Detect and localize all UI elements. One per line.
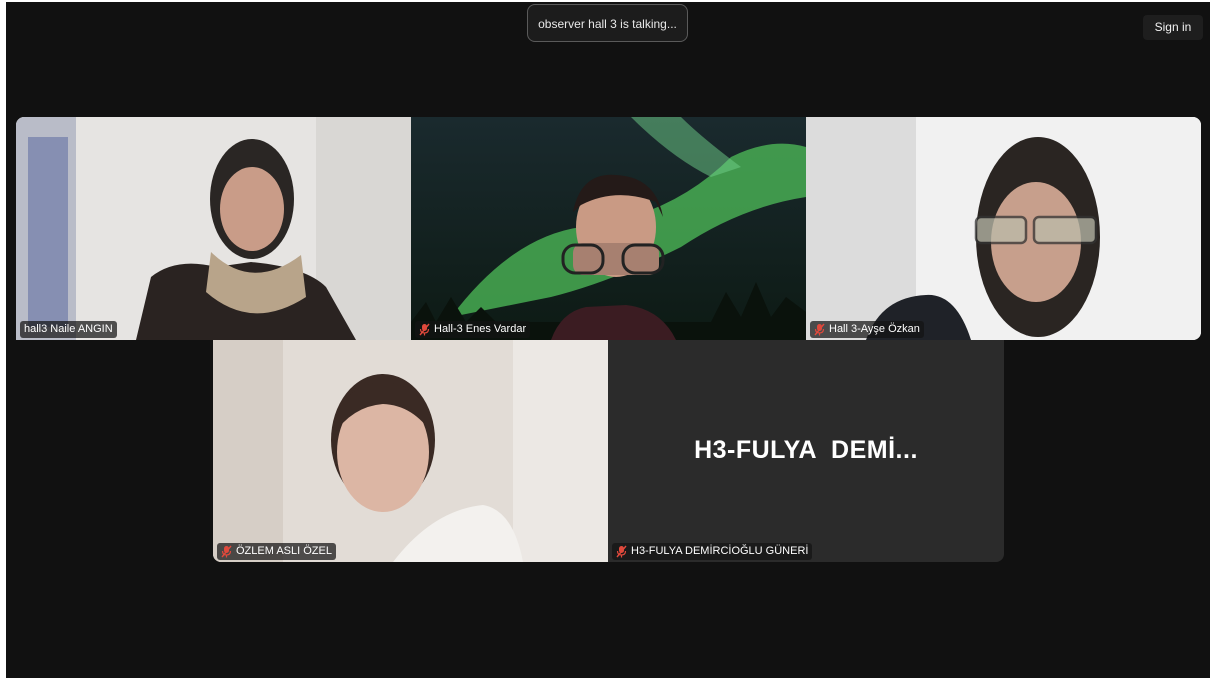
muted-mic-icon bbox=[221, 545, 232, 558]
muted-mic-icon bbox=[419, 323, 430, 336]
participant-name: Hall 3-Ayşe Özkan bbox=[829, 323, 920, 335]
participant-video bbox=[806, 117, 1201, 340]
participant-video bbox=[411, 117, 806, 340]
participant-video bbox=[16, 117, 411, 340]
participant-tile-fulya[interactable]: H3-FULYA DEMİ... H3-FULYA DEMİRCİOĞLU GÜ… bbox=[608, 340, 1004, 562]
participant-tile-ayse[interactable]: Hall 3-Ayşe Özkan bbox=[806, 117, 1201, 340]
participant-tile-enes[interactable]: Hall-3 Enes Vardar bbox=[411, 117, 806, 340]
sign-in-button[interactable]: Sign in bbox=[1143, 15, 1203, 40]
participant-video bbox=[213, 340, 608, 562]
participant-name: H3-FULYA DEMİRCİOĞLU GÜNERİ bbox=[631, 545, 809, 557]
participant-name: Hall-3 Enes Vardar bbox=[434, 323, 527, 335]
participant-name-tag: ÖZLEM ASLI ÖZEL bbox=[217, 543, 336, 560]
participant-name: hall3 Naile ANGIN bbox=[24, 323, 113, 335]
participant-name-tag: Hall-3 Enes Vardar bbox=[415, 321, 531, 338]
active-speaker-text: observer hall 3 is talking... bbox=[538, 17, 677, 31]
participant-name-tag: hall3 Naile ANGIN bbox=[20, 321, 117, 338]
active-speaker-banner: observer hall 3 is talking... bbox=[527, 4, 688, 42]
participant-name: ÖZLEM ASLI ÖZEL bbox=[236, 545, 332, 557]
participant-tile-ozlem[interactable]: ÖZLEM ASLI ÖZEL bbox=[213, 340, 608, 562]
muted-mic-icon bbox=[616, 545, 627, 558]
participant-name-tag: H3-FULYA DEMİRCİOĞLU GÜNERİ bbox=[612, 543, 813, 560]
video-off-name: H3-FULYA DEMİ... bbox=[694, 436, 918, 464]
participant-name-tag: Hall 3-Ayşe Özkan bbox=[810, 321, 924, 338]
participant-tile-naile[interactable]: hall3 Naile ANGIN bbox=[16, 117, 411, 340]
muted-mic-icon bbox=[814, 323, 825, 336]
